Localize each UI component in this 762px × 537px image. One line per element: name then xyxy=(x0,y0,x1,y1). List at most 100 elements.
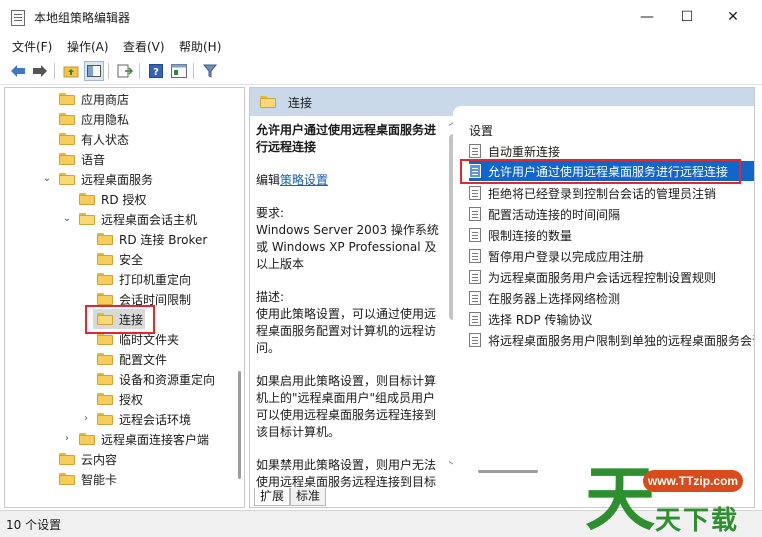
folder-icon xyxy=(97,353,113,365)
policy-doc-icon xyxy=(469,333,481,347)
up-folder-icon[interactable] xyxy=(61,61,81,81)
policy-doc-icon xyxy=(469,207,481,221)
folder-icon xyxy=(59,453,75,465)
tree-panel-icon[interactable] xyxy=(84,61,104,81)
folder-icon xyxy=(97,273,113,285)
properties-icon[interactable] xyxy=(169,61,189,81)
close-button[interactable]: ✕ xyxy=(710,0,756,34)
help-icon[interactable]: ? xyxy=(146,61,166,81)
menu-bar: 文件(F) 操作(A) 查看(V) 帮助(H) xyxy=(0,34,762,58)
enabled-text: 如果启用此策略设置，则目标计算机上的"远程桌面用户"组成员用户可以使用远程桌面服… xyxy=(256,374,437,439)
folder-open-icon xyxy=(260,96,276,108)
tree-item-licensing[interactable]: 授权 xyxy=(97,389,143,409)
setting-item[interactable]: 自动重新连接 xyxy=(469,141,754,161)
folder-icon xyxy=(59,93,75,105)
tree-item-printer-redirection[interactable]: 打印机重定向 xyxy=(97,269,191,289)
policy-doc-icon xyxy=(469,228,481,242)
tree-item-app-store[interactable]: 应用商店 xyxy=(59,89,129,109)
tree-item-rd-connection-client[interactable]: 远程桌面连接客户端 xyxy=(79,429,209,449)
tree-item-smart-card[interactable]: 智能卡 xyxy=(59,469,117,489)
setting-item[interactable]: 为远程桌面服务用户会话远程控制设置规则 xyxy=(469,267,754,287)
status-text: 10 个设置 xyxy=(6,518,62,532)
window-title: 本地组策略编辑器 xyxy=(34,11,131,25)
policy-title: 允许用户通过使用远程桌面服务进行远程连接 xyxy=(256,123,437,154)
folder-icon xyxy=(97,333,113,345)
setting-item[interactable]: 拒绝将已经登录到控制台会话的管理员注销 xyxy=(469,183,754,203)
settings-column-header[interactable]: 设置 xyxy=(469,122,493,139)
detail-header-title: 连接 xyxy=(288,95,313,110)
settings-hscroll-thumb[interactable] xyxy=(478,470,538,473)
filter-icon[interactable] xyxy=(200,61,220,81)
tree-item-rd-session-host[interactable]: 远程桌面会话主机 xyxy=(79,209,197,229)
export-list-icon[interactable] xyxy=(115,61,135,81)
arrow-right-icon[interactable] xyxy=(30,61,50,81)
arrow-left-icon[interactable] xyxy=(8,61,28,81)
svg-text:?: ? xyxy=(153,67,159,78)
tree-item-security[interactable]: 安全 xyxy=(97,249,143,269)
folder-icon xyxy=(59,153,75,165)
edit-policy-line: 编辑策略设置 xyxy=(256,173,329,187)
policy-doc-icon xyxy=(469,291,481,305)
tree-item-cloud-content[interactable]: 云内容 xyxy=(59,449,117,469)
folder-open-icon xyxy=(59,173,75,185)
chevron-down-icon[interactable]: ⌄ xyxy=(42,169,52,189)
folder-open-icon xyxy=(79,213,95,225)
setting-item[interactable]: 配置活动连接的时间间隔 xyxy=(469,204,754,224)
folder-icon xyxy=(97,293,113,305)
description-column: 允许用户通过使用远程桌面服务进行远程连接 编辑策略设置 要求: Windows S… xyxy=(250,116,447,496)
folder-icon xyxy=(59,473,75,485)
tree-scroll-thumb[interactable] xyxy=(238,371,241,479)
setting-item[interactable]: 限制连接的数量 xyxy=(469,225,754,245)
folder-icon xyxy=(59,113,75,125)
site-watermark: 天 www.TTzip.com 天下载 xyxy=(585,462,762,537)
tab-standard[interactable]: 标准 xyxy=(290,488,327,506)
policy-doc-icon xyxy=(469,270,481,284)
folder-icon xyxy=(97,233,113,245)
policy-doc-icon xyxy=(469,144,481,158)
tree-item-rd-licensing[interactable]: RD 授权 xyxy=(79,189,146,209)
folder-icon xyxy=(97,393,113,405)
menu-action[interactable]: 操作(A) xyxy=(67,38,109,55)
description-block: 描述: 使用此策略设置，可以通过使用远程桌面服务配置对计算机的远程访问。 xyxy=(256,290,437,355)
chevron-down-icon[interactable]: ⌄ xyxy=(62,209,72,229)
tree-pane: 应用商店 应用隐私 有人状态 语音 ⌄ 远程桌面服务 RD 授权 ⌄ 远程桌面会… xyxy=(4,87,245,508)
tree-item-remote-session-environment[interactable]: 远程会话环境 xyxy=(97,409,191,429)
folder-icon xyxy=(97,373,113,385)
tree-item-profiles[interactable]: 配置文件 xyxy=(97,349,167,369)
menu-view[interactable]: 查看(V) xyxy=(123,38,165,55)
setting-item[interactable]: 暂停用户登录以完成应用注册 xyxy=(469,246,754,266)
folder-icon xyxy=(97,413,113,425)
maximize-button[interactable]: ☐ xyxy=(664,0,710,34)
requirements-block: 要求: Windows Server 2003 操作系统或 Windows XP … xyxy=(256,206,439,271)
setting-item[interactable]: 选择 RDP 传输协议 xyxy=(469,309,754,329)
tree-item-app-privacy[interactable]: 应用隐私 xyxy=(59,109,129,129)
policy-editor-app-icon xyxy=(11,10,25,26)
folder-icon xyxy=(79,193,95,205)
menu-file[interactable]: 文件(F) xyxy=(12,38,52,55)
policy-doc-icon xyxy=(469,249,481,263)
highlight-box-setting xyxy=(460,159,741,184)
chevron-right-icon[interactable]: › xyxy=(62,429,72,449)
policy-doc-icon xyxy=(469,312,481,326)
tree-item-presence[interactable]: 有人状态 xyxy=(59,129,129,149)
tab-extended[interactable]: 扩展 xyxy=(254,488,291,506)
title-bar: 本地组策略编辑器 — ☐ ✕ xyxy=(0,0,762,34)
setting-item[interactable]: 将远程桌面服务用户限制到单独的远程桌面服务会话 xyxy=(469,330,754,350)
edit-policy-link[interactable]: 策略设置 xyxy=(280,173,328,187)
folder-icon xyxy=(59,133,75,145)
policy-doc-icon xyxy=(469,186,481,200)
tree-scrollbar[interactable] xyxy=(235,88,244,507)
tree-item-remote-desktop-services[interactable]: 远程桌面服务 xyxy=(59,169,153,189)
folder-icon xyxy=(79,433,95,445)
setting-item[interactable]: 在服务器上选择网络检测 xyxy=(469,288,754,308)
folder-icon xyxy=(97,253,113,265)
highlight-box-tree xyxy=(85,305,155,334)
watermark-text: 天下载 xyxy=(655,506,740,536)
tree-item-device-resource-redirection[interactable]: 设备和资源重定向 xyxy=(97,369,215,389)
tree-item-speech[interactable]: 语音 xyxy=(59,149,105,169)
toolbar: ? xyxy=(0,58,762,85)
chevron-right-icon[interactable]: › xyxy=(81,409,91,429)
menu-help[interactable]: 帮助(H) xyxy=(179,38,221,55)
detail-pane: 连接 允许用户通过使用远程桌面服务进行远程连接 编辑策略设置 要求: Window… xyxy=(249,87,755,508)
tree-item-rd-connection-broker[interactable]: RD 连接 Broker xyxy=(97,229,207,249)
